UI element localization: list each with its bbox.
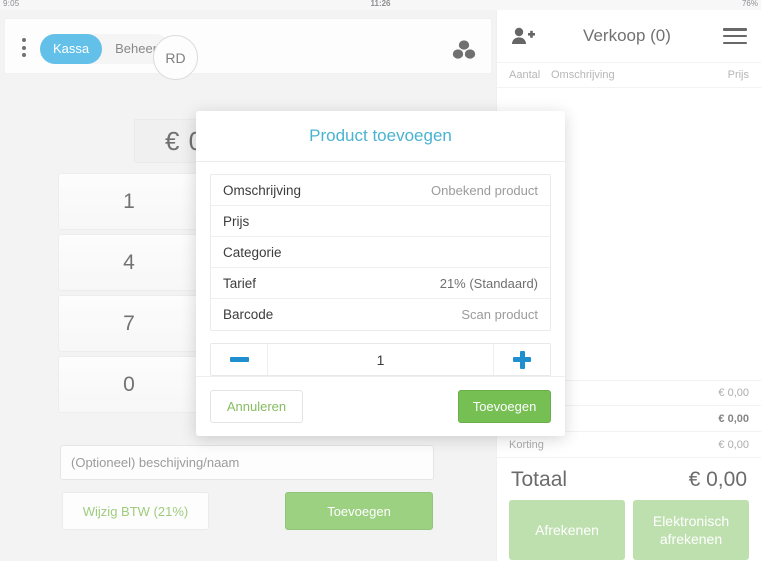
quantity-decrement-button[interactable]: [211, 344, 268, 376]
dialog-title: Product toevoegen: [196, 111, 565, 163]
confirm-add-button[interactable]: Toevoegen: [458, 390, 551, 424]
os-status-clock: 11:26: [370, 0, 391, 8]
os-status-battery: 76%: [741, 0, 758, 8]
field-value: Onbekend product: [431, 182, 538, 198]
os-status-left: 9:05: [3, 0, 20, 8]
field-label: Categorie: [223, 244, 282, 260]
plus-icon: [513, 350, 531, 369]
quantity-stepper: 1: [210, 343, 551, 377]
field-label: Omschrijving: [223, 182, 302, 198]
dialog-body: Omschrijving Onbekend product Prijs Cate…: [196, 162, 565, 377]
minus-icon: [229, 357, 249, 363]
field-value: Scan product: [461, 307, 538, 323]
field-tarief[interactable]: Tarief 21% (Standaard): [211, 268, 550, 300]
field-label: Prijs: [223, 213, 250, 229]
field-barcode[interactable]: Barcode Scan product: [211, 299, 550, 331]
cancel-button[interactable]: Annuleren: [210, 390, 303, 424]
quantity-increment-button[interactable]: [493, 344, 550, 376]
product-field-list: Omschrijving Onbekend product Prijs Cate…: [210, 174, 551, 332]
field-label: Barcode: [223, 307, 274, 323]
field-label: Tarief: [223, 275, 257, 291]
field-prijs[interactable]: Prijs: [211, 206, 550, 238]
field-value: 21% (Standaard): [439, 275, 538, 291]
os-status-bar: 9:05 11:26 76%: [0, 0, 761, 10]
dialog-footer: Annuleren Toevoegen: [196, 376, 565, 436]
add-product-dialog: Product toevoegen Omschrijving Onbekend …: [196, 111, 565, 436]
field-categorie[interactable]: Categorie: [211, 237, 550, 269]
quantity-value: 1: [376, 351, 385, 368]
pos-app-window: 9:05 11:26 76% Kassa Beheer RD € 0 1 4 7…: [0, 0, 761, 561]
field-omschrijving[interactable]: Omschrijving Onbekend product: [211, 175, 550, 207]
